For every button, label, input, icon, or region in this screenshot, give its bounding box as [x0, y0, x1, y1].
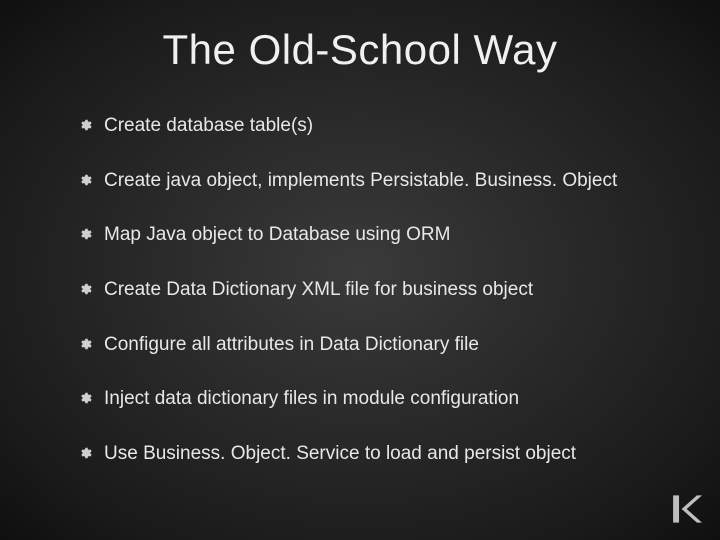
bullet-gear-icon	[78, 282, 92, 296]
bullet-gear-icon	[78, 118, 92, 132]
list-item: Inject data dictionary files in module c…	[78, 387, 660, 412]
list-item: Create Data Dictionary XML file for busi…	[78, 278, 660, 303]
bullet-gear-icon	[78, 227, 92, 241]
slide: The Old-School Way Create database table…	[0, 0, 720, 540]
list-item: Configure all attributes in Data Diction…	[78, 333, 660, 358]
list-item: Create java object, implements Persistab…	[78, 169, 660, 194]
list-item: Map Java object to Database using ORM	[78, 223, 660, 248]
slide-title: The Old-School Way	[60, 26, 660, 74]
list-item: Create database table(s)	[78, 114, 660, 139]
list-item-text: Inject data dictionary files in module c…	[104, 388, 519, 409]
list-item-text: Create Data Dictionary XML file for busi…	[104, 279, 533, 300]
bullet-list: Create database table(s) Create java obj…	[60, 114, 660, 467]
bullet-gear-icon	[78, 391, 92, 405]
list-item-text: Use Business. Object. Service to load an…	[104, 443, 576, 464]
list-item: Use Business. Object. Service to load an…	[78, 442, 660, 467]
list-item-text: Map Java object to Database using ORM	[104, 224, 450, 245]
k-logo-icon	[668, 492, 702, 526]
list-item-text: Configure all attributes in Data Diction…	[104, 334, 479, 355]
list-item-text: Create java object, implements Persistab…	[104, 170, 617, 191]
bullet-gear-icon	[78, 337, 92, 351]
bullet-gear-icon	[78, 446, 92, 460]
list-item-text: Create database table(s)	[104, 115, 313, 136]
bullet-gear-icon	[78, 173, 92, 187]
